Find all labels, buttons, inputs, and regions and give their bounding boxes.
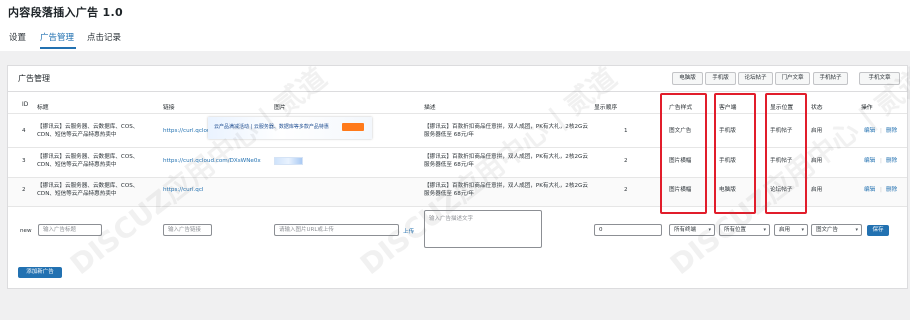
quick-portal-article-button[interactable]: 门户文章 bbox=[775, 72, 810, 85]
new-title-input[interactable]: 输入广告标题 bbox=[38, 224, 102, 236]
panel-title: 广告管理 bbox=[18, 74, 50, 83]
action-divider: | bbox=[880, 187, 882, 193]
row-description: 【挪讯云】百款折扣商品任意拼，双人成团，PK有大礼，2核2G云服务器低至 68元… bbox=[424, 154, 588, 168]
header-link: 链接 bbox=[163, 105, 175, 111]
quick-mobile-article-button[interactable]: 手机文章 bbox=[859, 72, 900, 85]
header-id: ID bbox=[22, 102, 29, 108]
chevron-down-icon: ▾ bbox=[801, 227, 804, 233]
save-button[interactable]: 保存 bbox=[867, 225, 889, 236]
new-position-select[interactable]: 所有位置 ▾ bbox=[719, 224, 770, 236]
banner-image-preview: 云产品满减活动 | 云服务器、数据库等多款产品特惠 bbox=[208, 117, 372, 139]
banner-preview-button bbox=[342, 123, 364, 131]
row-order: 2 bbox=[624, 158, 628, 164]
row-id: 3 bbox=[22, 158, 26, 164]
new-link-input[interactable]: 输入广告链接 bbox=[163, 224, 212, 236]
row-description: 【挪讯云】百款折扣商品任意拼，双人成团，PK有大礼，2核2G云服务器低至 68元… bbox=[424, 183, 588, 197]
row-title: 【挪讯云】云服务器、云数据库、COS、CDN、短信等云产品特惠热卖中 bbox=[37, 124, 139, 138]
header-title: 标题 bbox=[37, 105, 49, 111]
header-status: 状态 bbox=[811, 105, 823, 111]
action-divider: | bbox=[880, 128, 882, 134]
chevron-down-icon: ▾ bbox=[855, 227, 858, 233]
row-description: 【挪讯云】百款折扣商品任意拼，双人成团，PK有大礼，2核2G云服务器低至 68元… bbox=[424, 124, 588, 138]
add-new-ad-button[interactable]: 添加新广告 bbox=[18, 267, 62, 278]
banner-preview-text: 云产品满减活动 | 云服务器、数据库等多款产品特惠 bbox=[214, 124, 329, 130]
row-link[interactable]: https://curl.qcloud.com/DXsWNe0x bbox=[163, 157, 261, 165]
tab-ad-management[interactable]: 广告管理 bbox=[40, 31, 74, 43]
quick-mobile-button[interactable]: 手机版 bbox=[705, 72, 736, 85]
row-order: 2 bbox=[624, 187, 628, 193]
new-client-select-value: 所有终端 bbox=[674, 227, 697, 233]
ad-management-panel: 广告管理 电脑版 手机版 论坛帖子 门户文章 手机帖子 手机文章 ID 标题 链… bbox=[7, 65, 908, 289]
row-link[interactable]: https://curl.qcl bbox=[163, 186, 203, 194]
new-position-select-value: 所有位置 bbox=[724, 227, 747, 233]
highlight-box-ad-style bbox=[660, 93, 707, 214]
new-status-select[interactable]: 启用 ▾ bbox=[774, 224, 808, 236]
new-image-url-input[interactable]: 请输入图片URL或上传 bbox=[274, 224, 399, 236]
tab-click-records[interactable]: 点击记录 bbox=[87, 31, 121, 43]
edit-link[interactable]: 编辑 bbox=[864, 186, 875, 194]
chevron-down-icon: ▾ bbox=[763, 227, 766, 233]
edit-link[interactable]: 编辑 bbox=[864, 127, 875, 135]
delete-link[interactable]: 删除 bbox=[886, 157, 897, 165]
new-status-select-value: 启用 bbox=[779, 227, 791, 233]
delete-link[interactable]: 删除 bbox=[886, 127, 897, 135]
row-title: 【挪讯云】云服务器、云数据库、COS、CDN、短信等云产品特惠热卖中 bbox=[37, 154, 139, 168]
upload-button[interactable]: 上传 bbox=[403, 227, 414, 235]
action-divider: | bbox=[880, 158, 882, 164]
new-type-select-value: 图文广告 bbox=[816, 227, 839, 233]
row-status: 启用 bbox=[811, 158, 823, 164]
row-id: 4 bbox=[22, 128, 26, 134]
quick-pc-button[interactable]: 电脑版 bbox=[672, 72, 703, 85]
header-description: 描述 bbox=[424, 105, 436, 111]
new-type-select[interactable]: 图文广告 ▾ bbox=[811, 224, 862, 236]
new-order-input[interactable]: 0 bbox=[594, 224, 662, 236]
new-description-textarea[interactable]: 输入广告描述文字 bbox=[424, 210, 542, 248]
active-tab-indicator bbox=[40, 47, 76, 49]
header-display-order: 显示顺序 bbox=[594, 105, 618, 111]
delete-link[interactable]: 删除 bbox=[886, 186, 897, 194]
row-id: 2 bbox=[22, 187, 26, 193]
row-status: 启用 bbox=[811, 187, 823, 193]
new-client-select[interactable]: 所有终端 ▾ bbox=[669, 224, 715, 236]
edit-link[interactable]: 编辑 bbox=[864, 157, 875, 165]
panel-divider bbox=[8, 91, 907, 92]
header-actions: 操作 bbox=[861, 105, 873, 111]
quick-mobile-thread-button[interactable]: 手机帖子 bbox=[813, 72, 848, 85]
header-image: 图片 bbox=[274, 105, 286, 111]
quick-forum-thread-button[interactable]: 论坛帖子 bbox=[738, 72, 773, 85]
highlight-box-client bbox=[714, 93, 756, 214]
app-title: 内容段落插入广告 1.0 bbox=[8, 6, 123, 19]
row-title: 【挪讯云】云服务器、云数据库、COS、CDN、短信等云产品特惠热卖中 bbox=[37, 183, 139, 197]
top-bar: 内容段落插入广告 1.0 设置 广告管理 点击记录 bbox=[0, 0, 910, 51]
tab-settings[interactable]: 设置 bbox=[9, 31, 26, 43]
row-status: 启用 bbox=[811, 128, 823, 134]
row-image-thumbnail bbox=[274, 157, 303, 165]
new-row-label: new bbox=[20, 228, 32, 234]
row-order: 1 bbox=[624, 128, 628, 134]
highlight-box-position bbox=[765, 93, 807, 214]
chevron-down-icon: ▾ bbox=[708, 227, 711, 233]
